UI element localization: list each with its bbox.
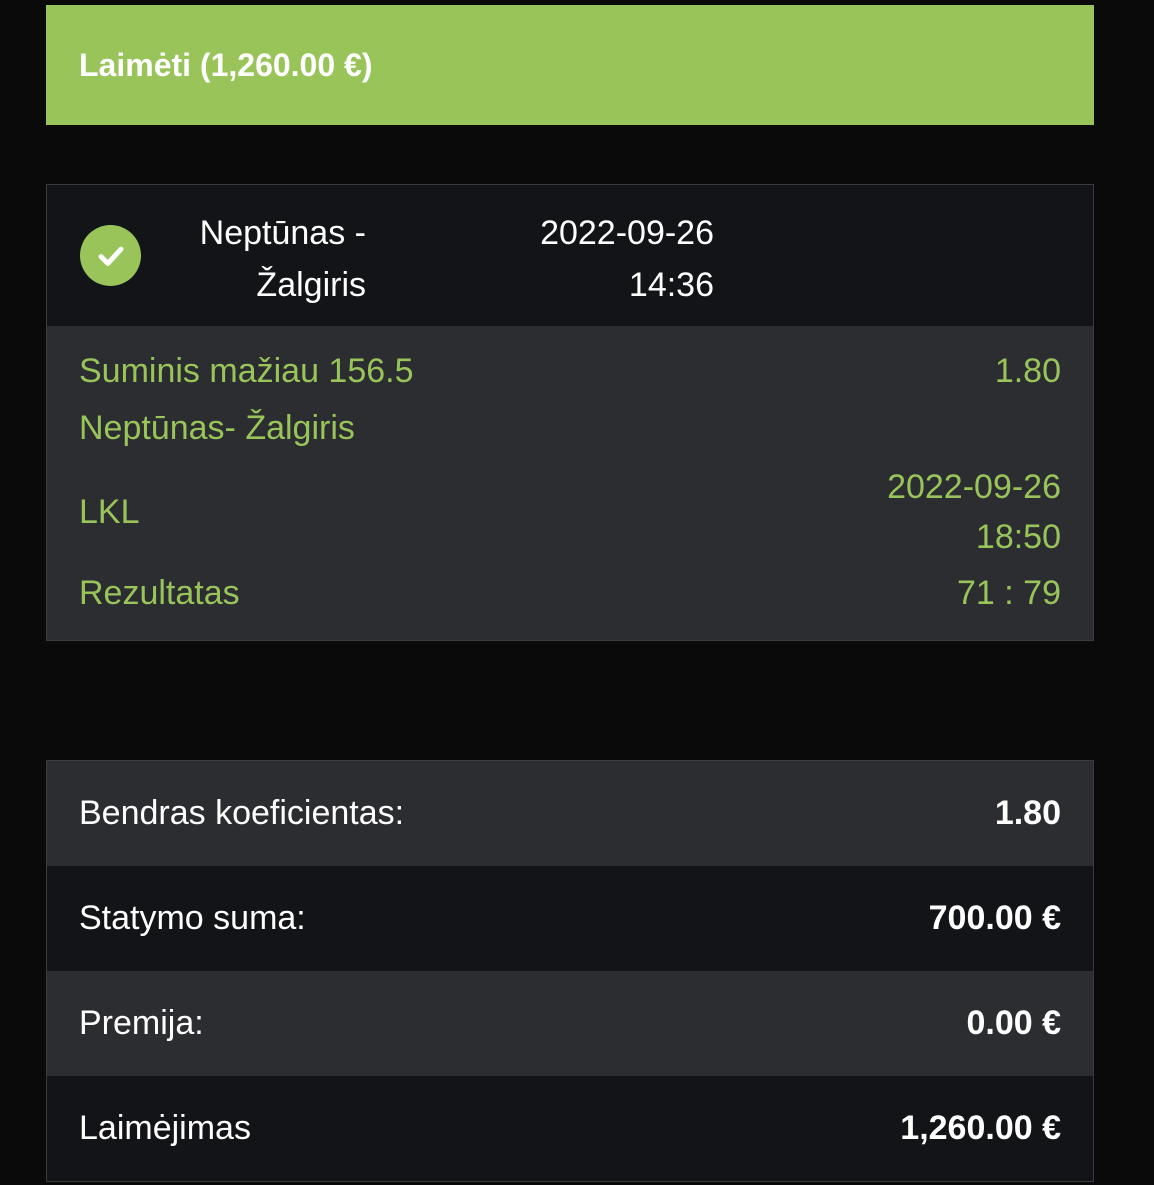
- market-row: Suminis mažiau 156.5 1.80: [47, 345, 1093, 397]
- bet-slip: Laimėti (1,260.00 €) Neptūnas - Žalgiris…: [0, 0, 1154, 1185]
- match-time: 18:50: [975, 518, 1061, 556]
- result-label: Rezultatas: [79, 573, 240, 612]
- league-row: LKL 2022-09-26 18:50: [47, 460, 1093, 564]
- summary-label: Laimėjimas: [79, 1109, 251, 1147]
- summary-label: Premija:: [79, 1004, 204, 1042]
- win-banner: Laimėti (1,260.00 €): [46, 5, 1094, 125]
- summary-value: 1,260.00 €: [900, 1109, 1061, 1147]
- summary-value: 700.00 €: [928, 899, 1061, 937]
- summary-value: 0.00 €: [966, 1004, 1061, 1042]
- event-card: Neptūnas - Žalgiris 2022-09-26 14:36 Sum…: [46, 184, 1094, 641]
- event-time: 14:36: [628, 266, 714, 304]
- match-date: 2022-09-26: [887, 468, 1061, 506]
- league-name: LKL: [79, 492, 140, 531]
- match-datetime: 2022-09-26 18:50: [887, 462, 1061, 562]
- summary-value: 1.80: [994, 794, 1061, 832]
- check-circle-icon: [80, 225, 141, 286]
- match-name: Neptūnas- Žalgiris: [79, 408, 355, 447]
- event-header: Neptūnas - Žalgiris 2022-09-26 14:36: [47, 185, 1093, 326]
- summary-row-total-odds: Bendras koeficientas: 1.80: [47, 761, 1093, 866]
- summary-row-winnings: Laimėjimas 1,260.00 €: [47, 1076, 1093, 1181]
- summary-label: Statymo suma:: [79, 899, 306, 937]
- summary-row-bonus: Premija: 0.00 €: [47, 971, 1093, 1076]
- match-row: Neptūnas- Žalgiris: [47, 402, 1093, 454]
- event-teams-line1: Neptūnas -: [199, 214, 366, 252]
- event-teams-line2: Žalgiris: [256, 266, 366, 304]
- win-banner-label: Laimėti (1,260.00 €): [79, 46, 373, 83]
- event-teams: Neptūnas - Žalgiris: [200, 207, 366, 311]
- summary-row-stake: Statymo suma: 700.00 €: [47, 866, 1093, 971]
- market-odds: 1.80: [994, 351, 1061, 390]
- summary-label: Bendras koeficientas:: [79, 794, 405, 832]
- result-row: Rezultatas 71 : 79: [47, 567, 1093, 619]
- market-label: Suminis mažiau 156.5: [79, 351, 414, 390]
- result-value: 71 : 79: [957, 573, 1061, 612]
- bet-summary: Bendras koeficientas: 1.80 Statymo suma:…: [46, 760, 1094, 1182]
- event-date: 2022-09-26: [540, 214, 714, 252]
- event-datetime: 2022-09-26 14:36: [540, 207, 714, 311]
